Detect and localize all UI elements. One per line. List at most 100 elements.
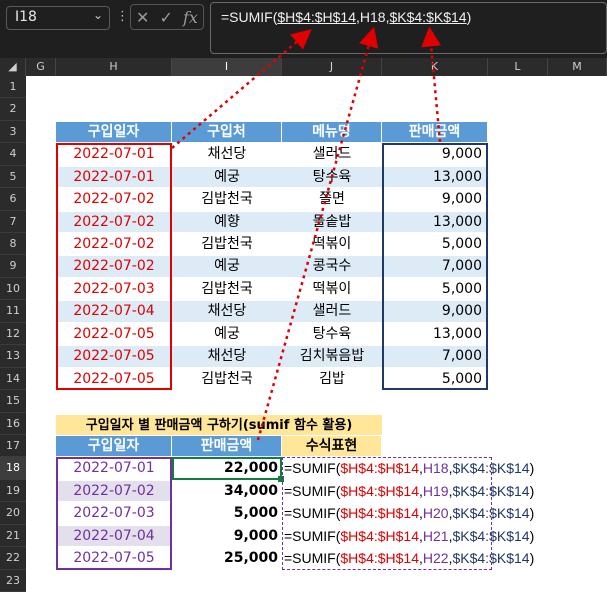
table1-store[interactable]: 채선당 [172,346,282,367]
table1-amount[interactable]: 13,000 [382,211,488,233]
column-header-k[interactable]: K [382,58,488,76]
table1-store[interactable]: 예궁 [172,256,282,277]
table1-amount[interactable]: 9,000 [382,144,488,164]
row-header-6[interactable]: 6 [0,188,26,211]
row-header-21[interactable]: 21 [0,525,26,548]
table1-amount[interactable]: 9,000 [382,189,488,209]
table1-menu[interactable]: 떡볶이 [282,279,382,299]
summary-date[interactable]: 2022-07-05 [56,548,172,569]
worksheet-grid[interactable]: 구입일자 구입처 메뉴명 판매금액 2022-07-01 채선당 샐러드 9,000 2022-… [26,76,607,592]
table1-store[interactable]: 김밥천국 [172,189,282,209]
summary-date[interactable]: 2022-07-01 [56,458,172,479]
table1-store[interactable]: 예향 [172,211,282,233]
row-header-2[interactable]: 2 [0,98,26,121]
table1-menu[interactable]: 김치볶음밥 [282,346,382,367]
row-header-13[interactable]: 13 [0,345,26,368]
table1-date[interactable]: 2022-07-04 [56,301,172,322]
row-header-3[interactable]: 3 [0,121,26,144]
row-header-23[interactable]: 23 [0,570,26,592]
summary-formula[interactable]: =SUMIF($H$4:$H$14,H19,$K$4:$K$14) [284,481,534,501]
column-header-g[interactable]: G [26,58,56,76]
table1-date[interactable]: 2022-07-02 [56,211,172,233]
name-box[interactable]: I18 ⌄ [6,6,110,30]
row-header-4[interactable]: 4 [0,143,26,166]
summary-date[interactable]: 2022-07-04 [56,525,172,547]
row-header-19[interactable]: 19 [0,480,26,503]
column-header-h[interactable]: H [56,58,172,76]
formula-part: H20 [422,505,449,522]
table1-amount[interactable]: 7,000 [382,256,488,277]
table1-date[interactable]: 2022-07-02 [56,189,172,209]
formula-input[interactable]: =SUMIF($H$4:$H$14,H18,$K$4:$K$14) [210,2,607,54]
table1-store[interactable]: 예궁 [172,324,282,344]
more-options-icon[interactable]: ⋮ [116,9,129,24]
row-header-12[interactable]: 12 [0,323,26,346]
table1-store[interactable]: 김밥천국 [172,279,282,299]
column-header-m[interactable]: M [548,58,607,76]
summary-date[interactable]: 2022-07-02 [56,480,172,502]
column-header-i[interactable]: I [172,58,282,76]
table1-amount[interactable]: 9,000 [382,301,488,322]
table1-menu[interactable]: 쫄면 [282,189,382,209]
table1-date[interactable]: 2022-07-01 [56,166,172,188]
chevron-down-icon[interactable]: ⌄ [93,8,103,22]
cancel-icon[interactable]: ✕ [136,8,149,27]
table1-date[interactable]: 2022-07-05 [56,369,172,389]
column-header-l[interactable]: L [488,58,548,76]
row-header-22[interactable]: 22 [0,547,26,570]
table1-amount[interactable]: 13,000 [382,324,488,344]
table1-date[interactable]: 2022-07-05 [56,346,172,367]
row-header-9[interactable]: 9 [0,255,26,278]
table1-menu[interactable]: 돌솥밥 [282,211,382,233]
table1-amount[interactable]: 5,000 [382,234,488,254]
table1-store[interactable]: 김밥천국 [172,234,282,254]
summary-formula[interactable]: =SUMIF($H$4:$H$14,H20,$K$4:$K$14) [284,503,534,523]
table1-date[interactable]: 2022-07-02 [56,256,172,277]
row-header-15[interactable]: 15 [0,390,26,413]
table1-store[interactable]: 채선당 [172,301,282,322]
summary-formula[interactable]: =SUMIF($H$4:$H$14,H21,$K$4:$K$14) [284,526,534,546]
row-header-14[interactable]: 14 [0,368,26,391]
summary-amount[interactable]: 25,000 [172,548,282,568]
summary-formula[interactable]: =SUMIF($H$4:$H$14,H22,$K$4:$K$14) [284,548,534,568]
table1-header-2: 메뉴명 [282,121,382,143]
table1-menu[interactable]: 떡볶이 [282,234,382,254]
summary-date[interactable]: 2022-07-03 [56,503,172,524]
row-header-16[interactable]: 16 [0,413,26,435]
row-header-20[interactable]: 20 [0,502,26,525]
summary-amount[interactable]: 34,000 [172,481,282,501]
table1-date[interactable]: 2022-07-02 [56,234,172,254]
table1-menu[interactable]: 탕수육 [282,324,382,344]
table1-amount[interactable]: 5,000 [382,369,488,389]
summary-amount[interactable]: 5,000 [172,503,282,523]
table1-store[interactable]: 김밥천국 [172,369,282,389]
row-header-18[interactable]: 18 [0,457,26,480]
row-header-5[interactable]: 5 [0,166,26,189]
enter-check-icon[interactable]: ✓ [160,8,173,27]
row-header-8[interactable]: 8 [0,233,26,256]
row-header-10[interactable]: 10 [0,278,26,301]
table1-store[interactable]: 예궁 [172,166,282,188]
row-header-11[interactable]: 11 [0,300,26,323]
table1-amount[interactable]: 7,000 [382,346,488,367]
table1-date[interactable]: 2022-07-03 [56,279,172,299]
table1-store[interactable]: 채선당 [172,144,282,164]
row-header-17[interactable]: 17 [0,435,26,458]
table1-menu[interactable]: 샐러드 [282,301,382,322]
table1-date[interactable]: 2022-07-01 [56,144,172,164]
summary-amount[interactable]: 22,000 [172,458,282,478]
summary-amount[interactable]: 9,000 [172,526,282,546]
table1-date[interactable]: 2022-07-05 [56,324,172,344]
table1-menu[interactable]: 콩국수 [282,256,382,277]
table1-amount[interactable]: 13,000 [382,166,488,188]
select-all-corner[interactable]: ◢ [0,58,26,76]
table1-menu[interactable]: 탕수육 [282,166,382,188]
column-header-j[interactable]: J [282,58,382,76]
summary-formula[interactable]: =SUMIF($H$4:$H$14,H18,$K$4:$K$14) [284,458,534,478]
row-header-1[interactable]: 1 [0,76,26,99]
table1-menu[interactable]: 김밥 [282,369,382,389]
table1-amount[interactable]: 5,000 [382,279,488,299]
insert-function-icon[interactable]: fx [183,8,198,27]
table1-menu[interactable]: 샐러드 [282,144,382,164]
row-header-7[interactable]: 7 [0,211,26,234]
